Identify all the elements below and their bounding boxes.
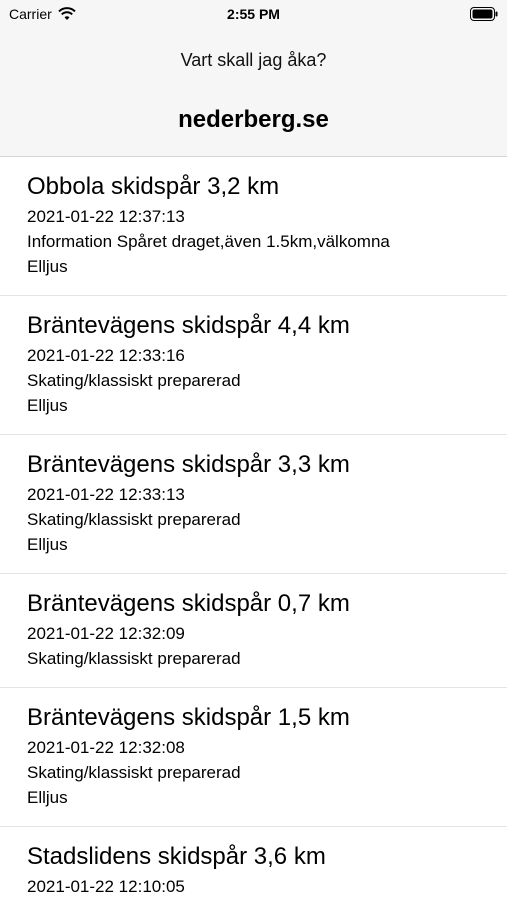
trail-updated: 2021-01-22 12:33:13 [27, 485, 185, 504]
trail-row[interactable]: Stadslidens skidspår 3,6 km 2021-01-22 1… [0, 827, 507, 915]
trail-updated: 2021-01-22 12:32:09 [27, 624, 185, 643]
nav-title: nederberg.se [178, 106, 329, 133]
trail-lighting: Elljus [27, 396, 68, 415]
trail-row[interactable]: Bräntevägens skidspår 4,4 km 2021-01-22 … [0, 296, 507, 435]
status-bar: Carrier 2:55 PM [0, 0, 507, 30]
trail-info: Skating/klassiskt preparerad [27, 763, 241, 782]
trail-info: Information Spåret draget,även 1.5km,väl… [27, 232, 390, 251]
trail-info: Skating/klassiskt preparerad [27, 510, 241, 529]
trail-name: Bräntevägens skidspår 0,7 km [27, 590, 350, 617]
trail-updated: 2021-01-22 12:32:08 [27, 738, 185, 757]
trail-updated: 2021-01-22 12:10:05 [27, 877, 185, 896]
trail-info: Skating/klassiskt preparerad [27, 649, 241, 668]
battery-icon [470, 7, 498, 21]
trail-info: Skating/klassiskt preparerad [27, 371, 241, 390]
trail-name: Bräntevägens skidspår 1,5 km [27, 704, 350, 731]
nav-prompt: Vart skall jag åka? [180, 50, 327, 70]
trail-lighting: Elljus [27, 257, 68, 276]
trail-name: Bräntevägens skidspår 4,4 km [27, 312, 350, 339]
trail-row[interactable]: Bräntevägens skidspår 0,7 km 2021-01-22 … [0, 574, 507, 688]
trail-lighting: Elljus [27, 788, 68, 807]
trail-row[interactable]: Bräntevägens skidspår 1,5 km 2021-01-22 … [0, 688, 507, 827]
navigation-bar: Vart skall jag åka? nederberg.se [0, 30, 507, 157]
trail-updated: 2021-01-22 12:33:16 [27, 346, 185, 365]
trail-row[interactable]: Bräntevägens skidspår 3,3 km 2021-01-22 … [0, 435, 507, 574]
clock: 2:55 PM [227, 6, 280, 22]
trail-updated: 2021-01-22 12:37:13 [27, 207, 185, 226]
trail-list[interactable]: Obbola skidspår 3,2 km 2021-01-22 12:37:… [0, 157, 507, 915]
trail-name: Stadslidens skidspår 3,6 km [27, 843, 326, 870]
trail-name: Bräntevägens skidspår 3,3 km [27, 451, 350, 478]
trail-row[interactable]: Obbola skidspår 3,2 km 2021-01-22 12:37:… [0, 157, 507, 296]
trail-lighting: Elljus [27, 535, 68, 554]
trail-name: Obbola skidspår 3,2 km [27, 173, 280, 200]
